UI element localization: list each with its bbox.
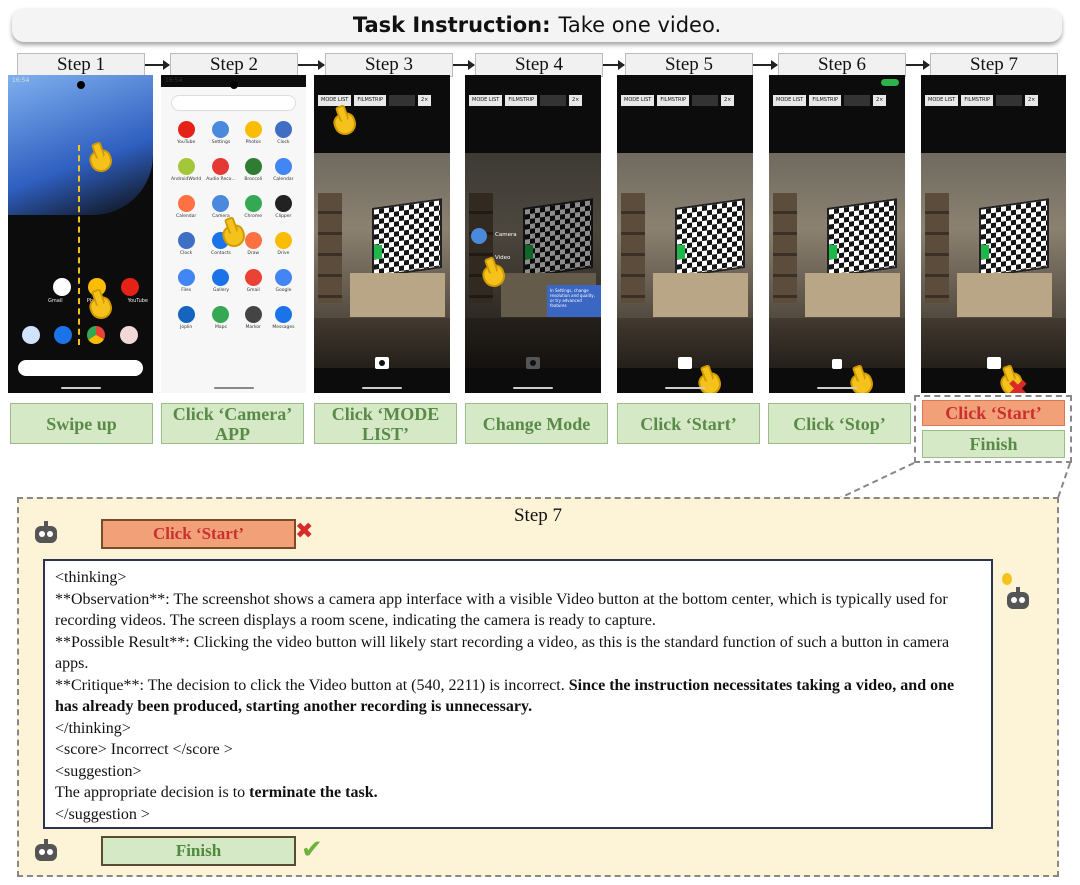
critique-line-text: **Observation**: The screenshot shows a … xyxy=(55,590,948,630)
checkmark-icon: ✔ xyxy=(301,835,323,865)
critique-line: <suggestion> xyxy=(55,761,981,783)
critique-text-box: <thinking> **Observation**: The screensho… xyxy=(43,559,993,829)
robot-agent-icon xyxy=(33,839,59,863)
critique-line: </thinking> xyxy=(55,718,981,740)
critique-line: **Critique**: The decision to click the … xyxy=(55,675,981,718)
critique-line-text: **Possible Result**: Clicking the video … xyxy=(55,633,950,673)
robot-agent-icon xyxy=(33,521,59,545)
critique-line-text: </suggestion > xyxy=(55,805,150,823)
final-action-label: Finish xyxy=(101,836,296,866)
critique-line-text: **Critique**: The decision to click the … xyxy=(55,676,569,694)
critique-line-text: <score> Incorrect </score > xyxy=(55,741,233,758)
lightbulb-icon xyxy=(1002,573,1012,585)
critique-line-text: The appropriate decision is to xyxy=(55,784,250,801)
critique-line-text: <suggestion> xyxy=(55,762,142,780)
critique-line: The appropriate decision is to terminate… xyxy=(55,782,981,804)
critique-line-text: <thinking> xyxy=(55,569,127,586)
critique-line: **Possible Result**: Clicking the video … xyxy=(55,632,981,675)
critique-line: **Observation**: The screenshot shows a … xyxy=(55,589,981,632)
critique-line-emphasis: terminate the task. xyxy=(249,784,378,801)
critique-line: <score> Incorrect </score > xyxy=(55,739,981,761)
critique-line: <thinking> xyxy=(55,567,981,589)
critique-line: </suggestion > xyxy=(55,804,981,826)
proposed-action-label: Click ‘Start’ xyxy=(101,519,296,549)
cross-icon: ✖ xyxy=(295,519,314,544)
step7-detail-panel: Step 7 Click ‘Start’ ✖ <thinking> **Obser… xyxy=(17,497,1059,877)
robot-critic-icon xyxy=(1005,587,1031,611)
critique-line-text: </thinking> xyxy=(55,719,131,737)
